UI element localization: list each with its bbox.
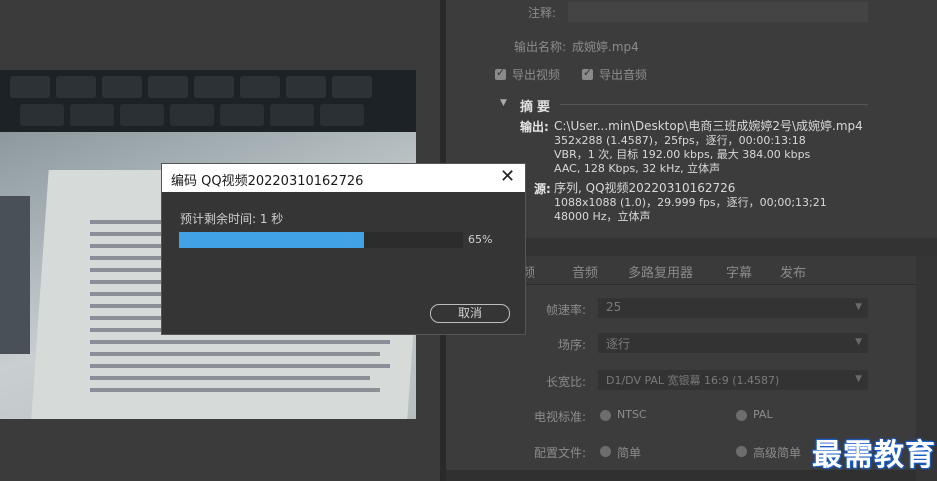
field-order-value: 逐行 <box>606 337 631 351</box>
frame-rate-value: 25 <box>606 300 622 314</box>
summary-source-key: 源: <box>534 182 551 196</box>
summary-output-line: C:\User...min\Desktop\电商三班成婉婷2号\成婉婷.mp4 <box>554 119 863 133</box>
field-order-dropdown[interactable]: 逐行 ▼ <box>598 333 868 353</box>
summary-source-line: 48000 Hz，立体声 <box>554 210 651 223</box>
comment-input[interactable] <box>568 2 868 22</box>
aspect-dropdown[interactable]: D1/DV PAL 宽银幕 16:9 (1.4587) ▼ <box>598 370 868 390</box>
progress-bar <box>179 232 463 248</box>
field-order-label: 场序: <box>557 338 586 352</box>
frame-rate-dropdown[interactable]: 25 ▼ <box>598 298 868 318</box>
summary-output-line: AAC, 128 Kbps, 32 kHz, 立体声 <box>554 162 721 175</box>
tab-multiplexer[interactable]: 多路复用器 <box>628 262 693 281</box>
dialog-title: 编码 QQ视频20220310162726 <box>171 174 364 189</box>
chevron-down-icon: ▼ <box>855 302 862 312</box>
dialog-titlebar[interactable]: 编码 QQ视频20220310162726 ✕ <box>162 164 525 192</box>
progress-percent: 65% <box>468 233 493 246</box>
watermark-logo: 最需教育 <box>812 438 936 473</box>
export-audio-label: 导出音频 <box>599 68 648 82</box>
output-name-label: 输出名称: <box>513 40 566 54</box>
profile-label: 配置文件: <box>533 446 586 460</box>
aspect-value: D1/DV PAL 宽银幕 16:9 (1.4587) <box>606 374 780 387</box>
export-audio-checkbox[interactable] <box>582 66 593 80</box>
ntsc-radio[interactable] <box>600 410 611 421</box>
tab-captions[interactable]: 字幕 <box>726 262 752 281</box>
output-name-link[interactable]: 成婉婷.mp4 <box>572 38 639 55</box>
summary-source-line: 序列, QQ视频20220310162726 <box>554 181 736 195</box>
keyboard-image <box>0 70 416 132</box>
phone-screen-image <box>0 196 30 354</box>
chevron-down-icon: ▼ <box>855 337 862 347</box>
ntsc-label: NTSC <box>617 408 647 421</box>
tab-publish[interactable]: 发布 <box>780 262 806 281</box>
encoding-dialog: 编码 QQ视频20220310162726 ✕ 预计剩余时间: 1 秒 65% … <box>161 163 526 335</box>
cancel-button[interactable]: 取消 <box>430 304 510 323</box>
profile-advanced-label: 高级简单 <box>753 446 802 460</box>
profile-simple-label: 简单 <box>617 446 642 460</box>
pal-label: PAL <box>753 408 773 421</box>
summary-output-line: 352x288 (1.4587)，25fps，逐行，00:00:13:18 <box>554 134 806 147</box>
chevron-down-icon[interactable]: ▼ <box>500 98 507 108</box>
summary-source-line: 1088x1088 (1.0)，29.999 fps，逐行，00;00;13;2… <box>554 196 827 209</box>
aspect-label: 长宽比: <box>545 375 586 389</box>
summary-heading: 摘要 <box>520 100 555 115</box>
export-video-label: 导出视频 <box>512 68 561 82</box>
export-video-checkbox[interactable] <box>495 66 506 80</box>
summary-output-key: 输出: <box>520 120 549 134</box>
remaining-time-text: 预计剩余时间: 1 秒 <box>180 212 284 226</box>
tab-audio[interactable]: 音频 <box>572 262 598 281</box>
progress-bar-fill <box>179 232 364 248</box>
close-icon[interactable]: ✕ <box>500 166 515 187</box>
tv-standard-label: 电视标准: <box>533 410 586 424</box>
chevron-down-icon: ▼ <box>855 374 862 384</box>
pal-radio[interactable] <box>736 410 747 421</box>
summary-output-line: VBR，1 次, 目标 192.00 kbps, 最大 384.00 kbps <box>554 148 811 161</box>
profile-advanced-radio[interactable] <box>736 446 747 457</box>
summary-divider <box>560 104 868 105</box>
profile-simple-radio[interactable] <box>600 446 611 457</box>
comment-label: 注释: <box>527 6 556 20</box>
